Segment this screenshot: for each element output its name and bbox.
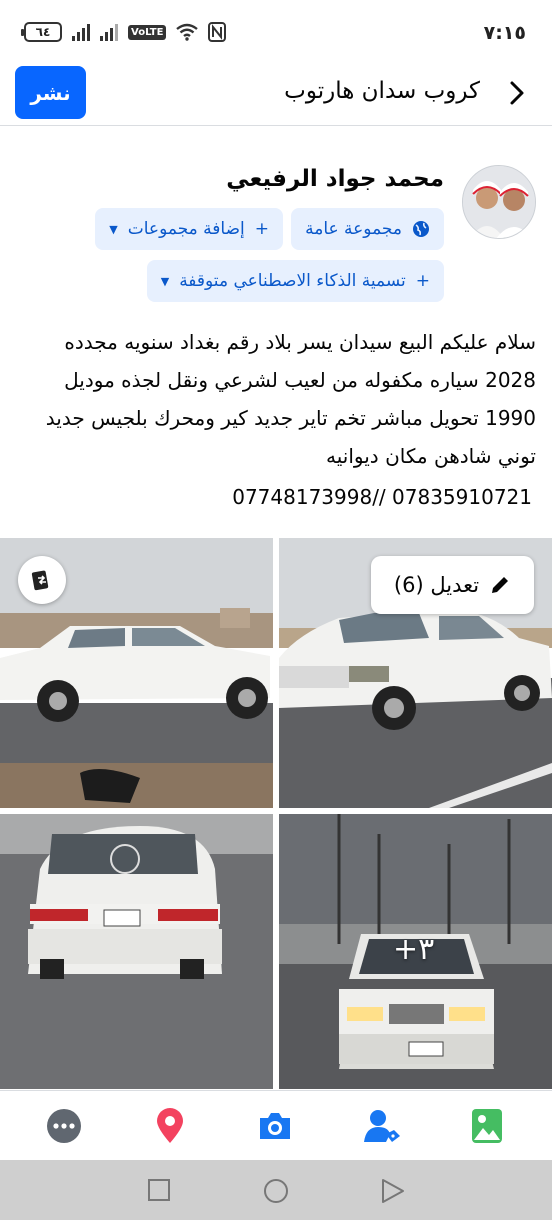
swap-photo-button[interactable] xyxy=(18,556,66,604)
volte-badge: VoLTE xyxy=(128,24,167,40)
battery-icon: ٦٤ xyxy=(21,22,62,42)
tag-people-button[interactable] xyxy=(362,1106,402,1146)
back-nav-icon[interactable] xyxy=(381,1178,405,1204)
post-text[interactable]: سلام عليكم البيع سيدان يسر بلاد رقم بغدا… xyxy=(16,323,536,475)
avatar[interactable] xyxy=(462,165,536,239)
battery-level: ٦٤ xyxy=(35,25,51,39)
more-photos-count[interactable]: +٣ xyxy=(393,932,434,967)
caret-down-icon: ▼ xyxy=(109,222,118,236)
add-groups-label: إضافة مجموعات xyxy=(127,219,245,239)
home-icon[interactable] xyxy=(263,1178,289,1204)
edit-photos-label: تعديل (6) xyxy=(393,573,480,597)
author-name[interactable]: محمد جواد الرفيعي xyxy=(226,166,444,192)
globe-icon xyxy=(413,221,429,237)
caret-down-icon: ▼ xyxy=(160,274,170,288)
gallery-icon xyxy=(472,1109,502,1143)
audience-label: مجموعة عامة xyxy=(305,219,402,239)
gallery-button[interactable] xyxy=(467,1106,507,1146)
swap-icon xyxy=(31,570,49,591)
edit-photos-button[interactable]: تعديل (6) xyxy=(371,556,534,614)
composer-toolbar xyxy=(0,1090,552,1160)
add-groups-chip[interactable]: + إضافة مجموعات ▼ xyxy=(95,208,283,250)
location-icon xyxy=(157,1108,183,1143)
pencil-icon xyxy=(492,577,509,593)
camera-icon xyxy=(260,1113,290,1139)
camera-button[interactable] xyxy=(255,1106,295,1146)
nfc-icon xyxy=(208,22,227,42)
ai-label-text: تسمية الذكاء الاصطناعي متوقفة xyxy=(179,271,406,291)
more-options-button[interactable] xyxy=(44,1106,84,1146)
ai-label-chip[interactable]: + تسمية الذكاء الاصطناعي متوقفة ▼ xyxy=(146,260,444,302)
plus-icon: + xyxy=(254,219,269,239)
recent-apps-icon[interactable] xyxy=(147,1178,171,1202)
audience-chip[interactable]: مجموعة عامة xyxy=(291,208,444,250)
check-in-button[interactable] xyxy=(150,1106,190,1146)
photo-4[interactable] xyxy=(0,814,273,1089)
plus-icon: + xyxy=(415,271,430,291)
status-icons: ٦٤ VoLTE xyxy=(21,22,227,42)
wifi-icon xyxy=(176,23,199,41)
tag-people-icon xyxy=(364,1110,400,1142)
group-title: كروب سدان هارتوب xyxy=(284,78,480,104)
signal-icon-2 xyxy=(100,23,118,41)
header: نشر كروب سدان هارتوب xyxy=(0,64,552,126)
status-bar: ٦٤ VoLTE ٧:١٥ xyxy=(0,0,552,64)
post-phones[interactable]: 07748173998// 07835910721 xyxy=(232,485,532,509)
signal-icon xyxy=(72,23,90,41)
post-button[interactable]: نشر xyxy=(15,66,86,119)
system-nav-bar xyxy=(0,1160,552,1220)
more-icon xyxy=(47,1109,81,1143)
back-icon[interactable] xyxy=(502,78,530,108)
status-time: ٧:١٥ xyxy=(483,22,526,44)
